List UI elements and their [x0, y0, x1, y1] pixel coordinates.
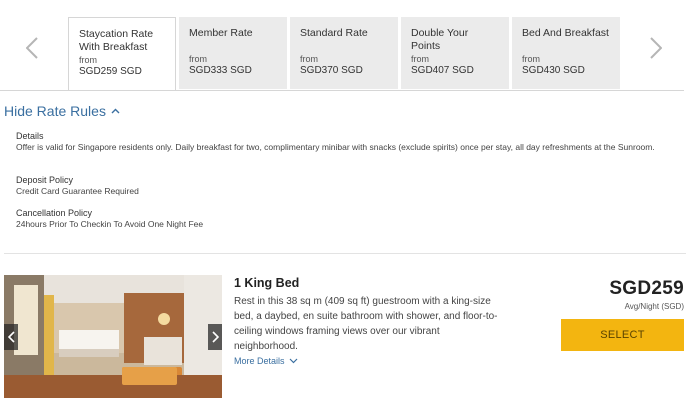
rate-tab-staycation[interactable]: Staycation Rate With Breakfast from SGD2… — [68, 17, 176, 91]
room-photo-illustration — [4, 275, 222, 398]
rate-next-button[interactable] — [644, 30, 668, 66]
photo-next-button[interactable] — [208, 324, 222, 350]
rate-tab-name: Bed And Breakfast — [522, 27, 609, 39]
rule-deposit-text: Credit Card Guarantee Required — [16, 186, 139, 196]
rate-tab-name: Standard Rate — [300, 27, 368, 39]
chevron-up-icon — [111, 108, 120, 114]
rate-tab-from: from — [189, 54, 207, 64]
rate-tabs-bar: Staycation Rate With Breakfast from SGD2… — [0, 0, 696, 92]
rule-cancellation-heading: Cancellation Policy — [16, 208, 93, 218]
room-title: 1 King Bed — [234, 276, 300, 290]
rule-deposit-heading: Deposit Policy — [16, 175, 74, 185]
section-divider — [4, 253, 686, 254]
rate-tabs: Staycation Rate With Breakfast from SGD2… — [68, 17, 623, 91]
rule-deposit: Deposit Policy Credit Card Guarantee Req… — [16, 175, 656, 197]
select-button[interactable]: SELECT — [561, 319, 684, 351]
rate-tab-from: from — [79, 55, 97, 65]
rule-cancellation-text: 24hours Prior To Checkin To Avoid One Ni… — [16, 219, 204, 229]
photo-prev-button[interactable] — [4, 324, 18, 350]
tabs-divider — [0, 90, 684, 91]
chevron-right-icon — [211, 331, 219, 343]
more-details-link[interactable]: More Details — [234, 356, 298, 366]
chevron-left-icon — [26, 37, 38, 59]
more-details-label: More Details — [234, 356, 285, 366]
rule-details-heading: Details — [16, 131, 44, 141]
chevron-left-icon — [7, 331, 15, 343]
rate-tab-price: SGD370 SGD — [300, 65, 363, 76]
rate-tab-from: from — [522, 54, 540, 64]
rate-tab-name: Staycation Rate With Breakfast — [79, 28, 154, 53]
rate-tab-price: SGD259 SGD — [79, 66, 142, 77]
rate-tab-price: SGD407 SGD — [411, 65, 474, 76]
room-photo — [4, 275, 222, 398]
rate-tab-double-points[interactable]: Double Your Points from SGD407 SGD — [401, 17, 509, 89]
rule-details: Details Offer is valid for Singapore res… — [16, 131, 656, 153]
rate-tab-from: from — [411, 54, 429, 64]
rules-toggle-label: Hide Rate Rules — [4, 103, 106, 119]
rule-cancellation: Cancellation Policy 24hours Prior To Che… — [16, 208, 656, 230]
chevron-down-icon — [289, 358, 297, 364]
rate-tab-member[interactable]: Member Rate from SGD333 SGD — [179, 17, 287, 89]
hide-rate-rules-toggle[interactable]: Hide Rate Rules — [4, 103, 120, 119]
rate-tab-price: SGD430 SGD — [522, 65, 585, 76]
price-note: Avg/Night (SGD) — [624, 302, 684, 311]
rate-tab-name: Double Your Points — [411, 27, 469, 52]
rate-tab-price: SGD333 SGD — [189, 65, 252, 76]
rate-tab-standard[interactable]: Standard Rate from SGD370 SGD — [290, 17, 398, 89]
room-price: SGD259 — [609, 278, 684, 299]
rule-details-text: Offer is valid for Singapore residents o… — [16, 142, 655, 152]
rate-prev-button[interactable] — [20, 30, 44, 66]
chevron-right-icon — [650, 37, 662, 59]
rate-tab-bed-breakfast[interactable]: Bed And Breakfast from SGD430 SGD — [512, 17, 620, 89]
rate-tab-name: Member Rate — [189, 27, 253, 39]
rate-tab-from: from — [300, 54, 318, 64]
room-description: Rest in this 38 sq m (409 sq ft) guestro… — [234, 296, 498, 352]
